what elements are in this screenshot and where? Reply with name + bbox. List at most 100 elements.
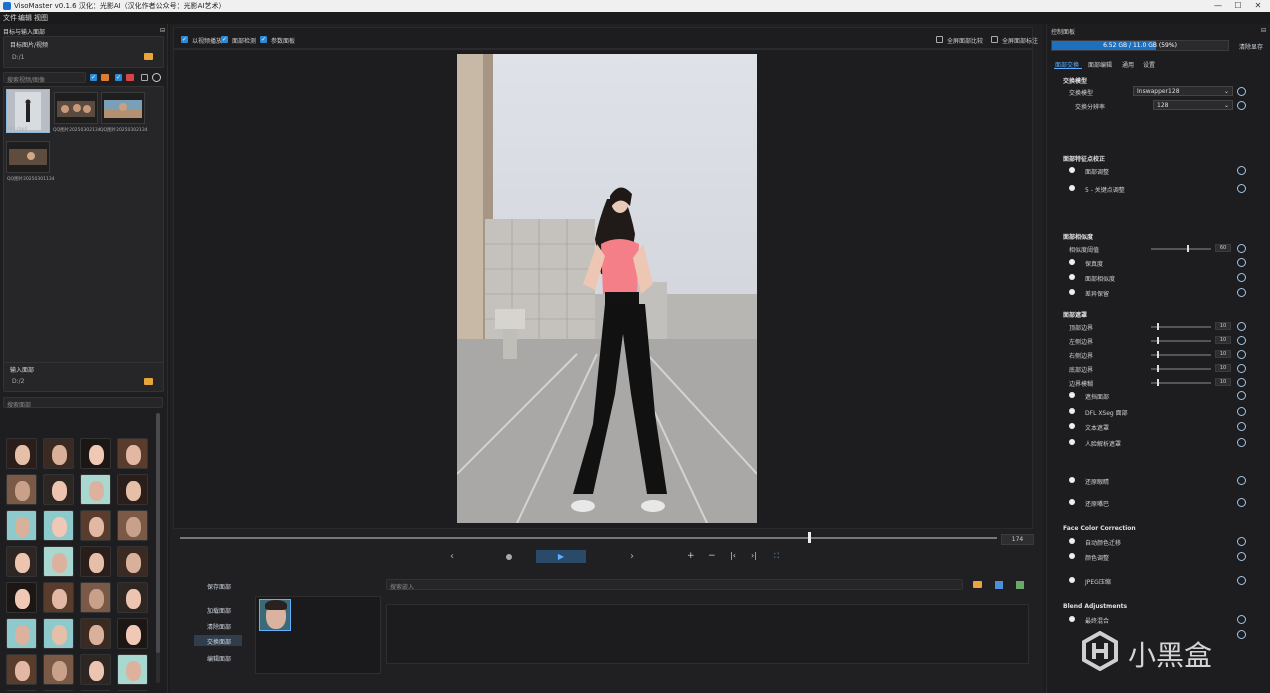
toggle-switch[interactable]: [1069, 392, 1075, 398]
sim-threshold-value[interactable]: 60: [1215, 244, 1231, 252]
face-thumb[interactable]: [117, 474, 148, 505]
toggle-switch[interactable]: [1069, 538, 1075, 544]
face-thumb[interactable]: [43, 474, 74, 505]
toggle-switch[interactable]: [1069, 274, 1075, 280]
face-thumb[interactable]: [80, 582, 111, 613]
add-marker-icon[interactable]: +: [687, 551, 695, 561]
reset-icon[interactable]: [1237, 630, 1246, 639]
mask-slider-value[interactable]: 10: [1215, 364, 1231, 372]
face-thumb[interactable]: [6, 618, 37, 649]
toggle-switch[interactable]: [1069, 289, 1075, 295]
filter-image-checkbox[interactable]: ✓: [115, 74, 122, 81]
face-thumb[interactable]: [80, 510, 111, 541]
reset-icon[interactable]: [1237, 537, 1246, 546]
reset-icon[interactable]: [1237, 244, 1246, 253]
reset-icon[interactable]: [1237, 615, 1246, 624]
timeline-slider[interactable]: [180, 537, 997, 539]
toggle-switch[interactable]: [1069, 577, 1075, 583]
face-thumb[interactable]: [117, 546, 148, 577]
face-thumb[interactable]: [6, 510, 37, 541]
load-faces-button[interactable]: 加载面部: [207, 606, 231, 615]
reset-icon[interactable]: [1237, 184, 1246, 193]
face-thumb[interactable]: [43, 690, 74, 691]
sim-threshold-slider[interactable]: [1151, 248, 1211, 250]
mask-slider-value[interactable]: 10: [1215, 350, 1231, 358]
media-thumb[interactable]: [6, 141, 50, 173]
toggle-switch[interactable]: [1069, 185, 1075, 191]
play-as-video-checkbox[interactable]: ✓: [181, 36, 188, 43]
face-thumb[interactable]: [43, 546, 74, 577]
mask-slider-value[interactable]: 10: [1215, 336, 1231, 344]
reset-icon[interactable]: [1237, 498, 1246, 507]
media-thumb[interactable]: [54, 92, 98, 124]
reset-icon[interactable]: [1237, 350, 1246, 359]
face-thumb[interactable]: [117, 438, 148, 469]
face-thumb[interactable]: [117, 618, 148, 649]
face-thumb[interactable]: [6, 474, 37, 505]
filter-webcam-checkbox[interactable]: [141, 74, 148, 81]
swap-model-select[interactable]: Inswapper128 ⌄: [1133, 86, 1233, 96]
swap-faces-button[interactable]: 交换面部: [207, 637, 231, 646]
tab-face-edit[interactable]: 面部编辑: [1088, 60, 1112, 69]
detected-face-thumb[interactable]: [259, 599, 291, 631]
face-thumb[interactable]: [80, 690, 111, 691]
media-search-input[interactable]: 搜索视频/图像: [3, 72, 86, 84]
toggle-switch[interactable]: [1069, 553, 1075, 559]
params-panel-checkbox[interactable]: ✓: [260, 36, 267, 43]
prev-frame-icon[interactable]: ‹: [450, 551, 454, 562]
tab-settings[interactable]: 设置: [1143, 60, 1155, 69]
menu-file[interactable]: 文件: [3, 13, 17, 23]
dock-pin-icon[interactable]: ⊟: [160, 27, 165, 34]
reset-icon[interactable]: [1237, 422, 1246, 431]
dock-pin-icon[interactable]: ⊟: [1261, 27, 1266, 34]
reset-icon[interactable]: [1237, 166, 1246, 175]
swap-res-select[interactable]: 128 ⌄: [1153, 100, 1233, 110]
face-thumb[interactable]: [43, 582, 74, 613]
reset-icon[interactable]: [1237, 258, 1246, 267]
reset-icon[interactable]: [1237, 391, 1246, 400]
save-icon[interactable]: [995, 581, 1003, 589]
slider-knob[interactable]: [1157, 365, 1159, 372]
reset-icon[interactable]: [1237, 288, 1246, 297]
filter-video-checkbox[interactable]: ✓: [90, 74, 97, 81]
video-filter-icon[interactable]: [126, 74, 134, 81]
frame-number-input[interactable]: 174: [1001, 534, 1034, 545]
clear-faces-button[interactable]: 清除面部: [207, 622, 231, 631]
view-fullscreen-icon[interactable]: ⛶: [774, 552, 779, 561]
face-thumb[interactable]: [43, 654, 74, 685]
reset-icon[interactable]: [1237, 576, 1246, 585]
toggle-switch[interactable]: [1069, 438, 1075, 445]
face-thumb[interactable]: [6, 546, 37, 577]
face-search-input[interactable]: 搜索面部: [3, 397, 163, 409]
mask-slider[interactable]: [1151, 326, 1211, 328]
reset-icon[interactable]: [1237, 364, 1246, 373]
fullscreen-mark-checkbox[interactable]: [991, 36, 998, 43]
reset-icon[interactable]: [1237, 101, 1246, 110]
toggle-switch[interactable]: [1069, 499, 1075, 505]
face-detect-checkbox[interactable]: ✓: [221, 36, 228, 43]
face-thumb[interactable]: [117, 510, 148, 541]
reset-icon[interactable]: [1237, 476, 1246, 485]
face-thumb[interactable]: [117, 654, 148, 685]
video-frame[interactable]: [457, 54, 757, 523]
reset-icon[interactable]: [1237, 322, 1246, 331]
mask-slider[interactable]: [1151, 340, 1211, 342]
clear-vram-button[interactable]: 清除显存: [1239, 42, 1263, 51]
face-thumb[interactable]: [43, 510, 74, 541]
slider-knob[interactable]: [1187, 245, 1189, 252]
face-thumb[interactable]: [117, 582, 148, 613]
remove-marker-icon[interactable]: −: [708, 551, 716, 561]
embedding-search-input[interactable]: 搜索嵌入: [386, 579, 963, 591]
close-button[interactable]: ✕: [1248, 0, 1268, 12]
slider-knob[interactable]: [1157, 351, 1159, 358]
face-thumb[interactable]: [6, 438, 37, 469]
face-thumb[interactable]: [43, 438, 74, 469]
reset-icon[interactable]: [1237, 437, 1246, 447]
face-thumb[interactable]: [6, 582, 37, 613]
face-thumb[interactable]: [80, 618, 111, 649]
menu-view[interactable]: 视图: [34, 13, 48, 23]
mask-slider-value[interactable]: 10: [1215, 378, 1231, 386]
record-icon[interactable]: [506, 554, 512, 560]
face-thumb[interactable]: [43, 618, 74, 649]
slider-knob[interactable]: [1157, 323, 1159, 330]
